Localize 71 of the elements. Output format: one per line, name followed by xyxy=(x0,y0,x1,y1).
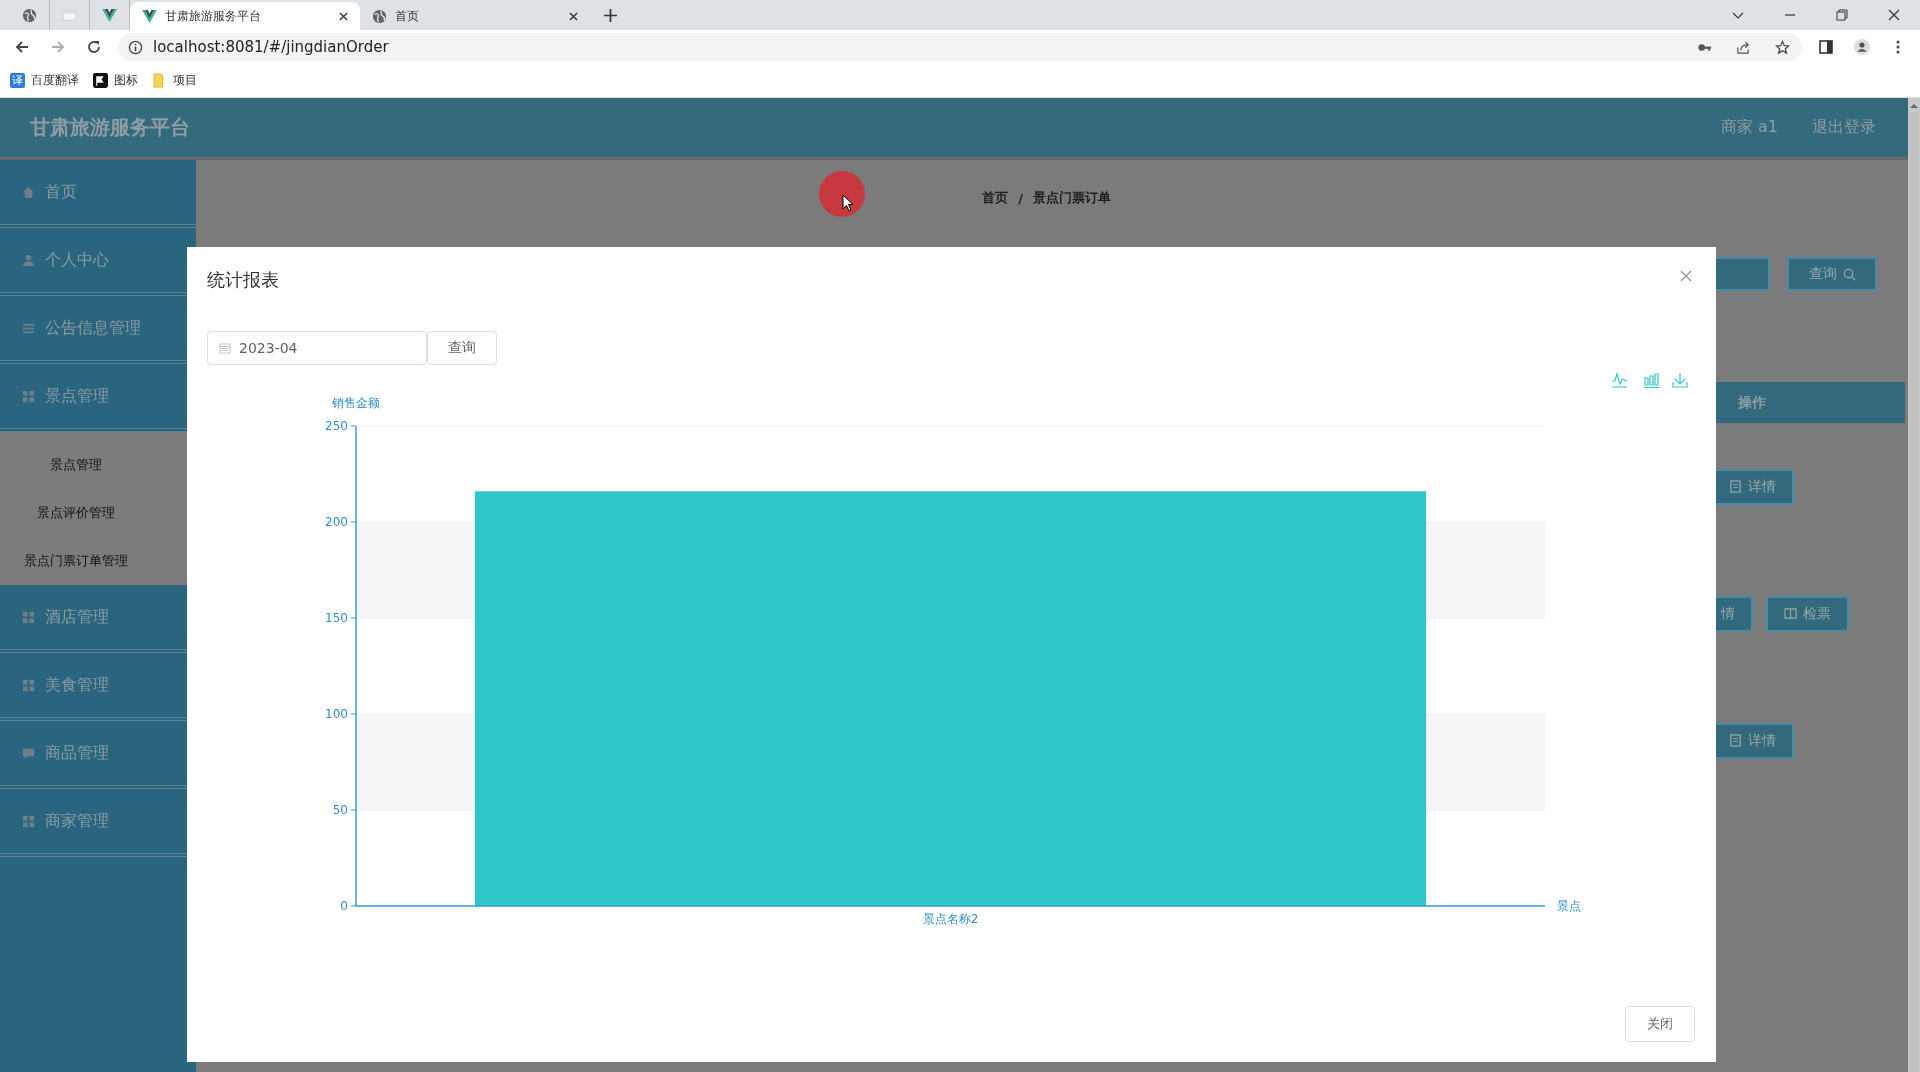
close-button[interactable]: 关闭 xyxy=(1625,1006,1695,1042)
flag-icon xyxy=(93,73,108,88)
site-title: 甘肃旅游服务平台 xyxy=(30,114,190,141)
avatar-icon[interactable] xyxy=(1854,39,1870,55)
globe-icon xyxy=(22,7,37,23)
document-icon xyxy=(1728,734,1742,747)
check-ticket-button[interactable]: 检票 xyxy=(1765,595,1849,632)
mouse-cursor-icon xyxy=(842,194,854,212)
submenu-item[interactable]: 景点门票订单管理 xyxy=(0,537,152,585)
url-text: localhost:8081/#/jingdianOrder xyxy=(153,38,389,56)
comment-icon xyxy=(22,746,35,760)
bookmark[interactable]: 项目 xyxy=(152,72,197,89)
axis-tick-label: 0 xyxy=(340,899,348,913)
grid-icon xyxy=(22,610,35,624)
axis-tick-label: 250 xyxy=(325,419,348,433)
x-axis-title: 景点 xyxy=(1557,899,1581,913)
click-indicator xyxy=(819,171,865,217)
share-icon[interactable] xyxy=(1736,39,1751,55)
month-picker[interactable]: 2023-04 xyxy=(207,331,427,365)
reload-icon[interactable] xyxy=(86,39,102,55)
query-button[interactable]: 查询 xyxy=(427,331,497,365)
new-tab-icon[interactable] xyxy=(604,8,617,22)
search-button[interactable]: 查询 xyxy=(1787,257,1877,291)
user-name: 商家 a1 xyxy=(1720,117,1778,138)
browser-tab[interactable]: 甘肃旅游服务平台 xyxy=(130,2,360,30)
side-panel-icon[interactable] xyxy=(1818,39,1834,55)
info-icon xyxy=(128,39,143,55)
breadcrumb-link[interactable]: 首页 xyxy=(982,189,1009,207)
grid-icon xyxy=(22,389,35,403)
close-icon[interactable] xyxy=(569,11,578,21)
home-icon xyxy=(22,185,35,199)
breadcrumb-separator: / xyxy=(1018,190,1023,206)
axis-tick-label: 200 xyxy=(325,515,348,529)
back-icon[interactable] xyxy=(14,39,30,55)
tab-title: 首页 xyxy=(395,7,420,25)
y-axis-title: 销售金额 xyxy=(332,396,380,410)
scrollbar[interactable] xyxy=(1908,98,1920,1072)
globe-icon xyxy=(372,8,387,24)
calendar-icon xyxy=(219,342,231,354)
document-icon xyxy=(1728,480,1742,493)
restore-icon[interactable] xyxy=(1836,9,1848,21)
star-icon[interactable] xyxy=(1775,39,1790,55)
submenu-item[interactable]: 景点管理 xyxy=(0,441,152,489)
book-icon xyxy=(1783,607,1797,620)
tab-title: 甘肃旅游服务平台 xyxy=(165,7,262,25)
bookmark[interactable]: 图标 xyxy=(93,72,138,89)
dialog-title: 统计报表 xyxy=(207,268,279,292)
page-icon xyxy=(62,7,77,23)
column-header: 操作 xyxy=(1738,393,1766,412)
scroll-up-icon[interactable] xyxy=(1909,102,1919,110)
axis-tick-label: 50 xyxy=(332,803,348,817)
breadcrumb-link[interactable]: 景点门票订单 xyxy=(1032,189,1111,207)
submenu-item[interactable]: 景点评价管理 xyxy=(0,489,152,537)
grid-icon xyxy=(22,678,35,692)
user-icon xyxy=(22,253,35,267)
axis-tick-label: 100 xyxy=(325,707,348,721)
search-icon xyxy=(1842,267,1856,281)
browser-tab[interactable]: 首页 xyxy=(360,2,590,30)
grid-icon xyxy=(22,814,35,828)
translate-icon: 译 xyxy=(10,73,25,88)
logout-link[interactable]: 退出登录 xyxy=(1812,117,1876,138)
address-bar[interactable]: localhost:8081/#/jingdianOrder xyxy=(118,33,1802,61)
v-logo-icon xyxy=(102,7,117,23)
axis-tick-label: 150 xyxy=(325,611,348,625)
v-logo-icon xyxy=(142,8,157,24)
bookmark[interactable]: 译 百度翻译 xyxy=(10,72,79,89)
list-icon xyxy=(22,321,35,335)
menu-item[interactable]: 首页 xyxy=(0,160,196,228)
category-label: 景点名称2 xyxy=(922,912,979,926)
close-icon[interactable] xyxy=(1888,9,1900,21)
close-icon[interactable] xyxy=(339,11,348,21)
